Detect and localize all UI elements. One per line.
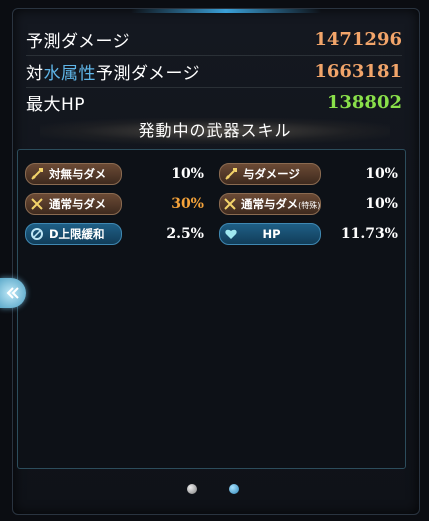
water-attribute-label: 水属性 [43, 63, 96, 84]
max-hp-value: 138802 [326, 91, 402, 113]
skill-value: 11.73% [340, 226, 398, 242]
skill-pill-hp: HP [219, 223, 321, 245]
predicted-damage-label: 予測ダメージ [26, 31, 131, 52]
skill-label: 通常与ダメ(特殊) [241, 197, 321, 211]
page-dot-1[interactable] [187, 484, 197, 494]
panel-top-accent [131, 9, 321, 13]
skill-pill-normal-damage: 通常与ダメ [25, 193, 122, 215]
skill-value: 2.5% [166, 226, 204, 242]
skill-pill-damage: 与ダメージ [219, 163, 321, 185]
max-hp-label: 最大HP [26, 94, 86, 115]
skill-label: D上限緩和 [49, 227, 105, 241]
sword-icon [223, 166, 239, 182]
page-dot-2-active[interactable] [229, 484, 239, 494]
active-weapon-skills-title: 発動中の武器スキル [40, 118, 390, 144]
skill-label-suffix: (特殊) [298, 201, 321, 210]
water-damage-label: 対水属性予測ダメージ [26, 63, 201, 84]
predicted-damage-row: 予測ダメージ 1471296 [26, 26, 402, 52]
skill-pill-unaffiliated-damage: 対無与ダメ [25, 163, 122, 185]
cross-swords-icon [29, 196, 45, 212]
row-divider [26, 87, 402, 88]
cross-swords-icon [223, 196, 237, 212]
skill-pill-normal-damage-special: 通常与ダメ(特殊) [219, 193, 321, 215]
skill-value: 10% [365, 166, 398, 182]
double-chevron-left-icon [6, 284, 20, 303]
skill-label: 通常与ダメ [49, 197, 107, 211]
skill-value: 10% [171, 166, 204, 182]
sword-icon [29, 166, 45, 182]
skill-label: HP [262, 227, 281, 241]
heart-icon [223, 226, 239, 242]
max-hp-row: 最大HP 138802 [26, 89, 402, 115]
ring-icon [29, 226, 45, 242]
skill-value: 30% [171, 196, 204, 212]
skill-label: 対無与ダメ [49, 167, 107, 181]
skill-value: 10% [365, 196, 398, 212]
predicted-damage-value: 1471296 [314, 28, 402, 50]
skill-pill-damage-cap: D上限緩和 [25, 223, 122, 245]
row-divider [26, 55, 402, 56]
skill-label: 与ダメージ [243, 167, 300, 181]
water-damage-row: 対水属性予測ダメージ 1663181 [26, 58, 402, 84]
water-damage-value: 1663181 [314, 60, 402, 82]
